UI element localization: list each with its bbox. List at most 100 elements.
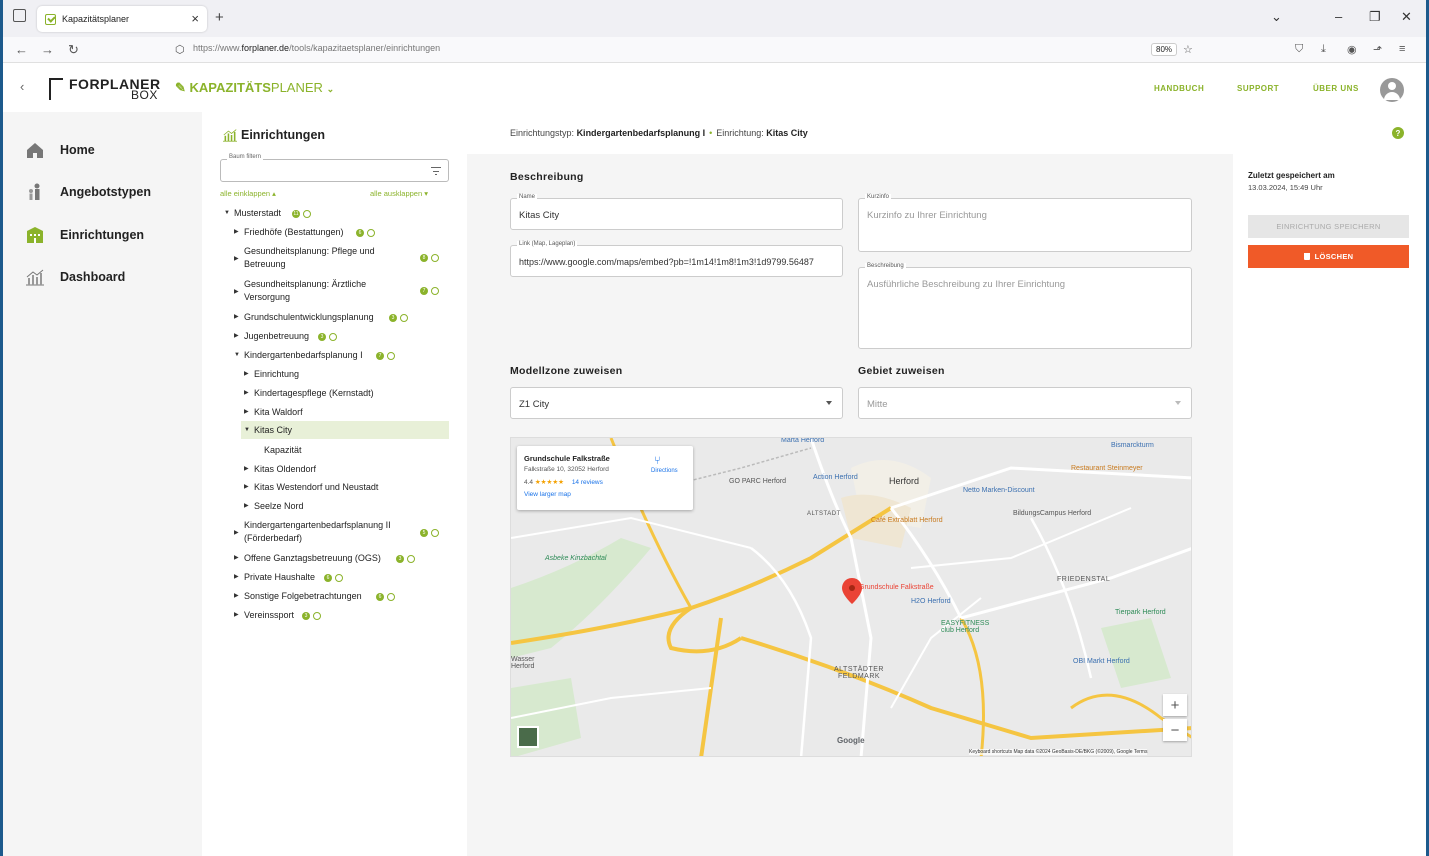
tree-node-kiga2[interactable]: ▶ Kindergartengartenbedarfsplanung II (För…	[234, 519, 391, 545]
tree-node-pflege[interactable]: ▶ Gesundheitsplanung: Pflege und Betreuung	[234, 245, 375, 271]
view-larger-map-link[interactable]: View larger map	[524, 491, 571, 498]
tree-node-kitas-westendorf[interactable]: ▶ Kitas Westendorf und Neustadt	[244, 481, 378, 494]
family-icon	[29, 183, 40, 200]
link-ueber-uns[interactable]: ÜBER UNS	[1313, 84, 1359, 93]
add-icon[interactable]	[387, 352, 395, 360]
browser-tab[interactable]: Kapazitätsplaner ×	[37, 6, 207, 32]
app-switcher[interactable]: ✎ KAPAZITÄTSPLANER ⌄	[175, 80, 334, 96]
directions-link[interactable]: Directions	[651, 468, 678, 474]
close-window-icon[interactable]: ✕	[1401, 9, 1412, 25]
tree-node-kitas-city[interactable]: ▼ Kitas City	[244, 424, 292, 437]
tree-node-einrichtung[interactable]: ▶ Einrichtung	[244, 368, 299, 381]
right-panel: Zuletzt gespeichert am 13.03.2024, 15:49…	[1233, 154, 1426, 856]
add-icon[interactable]	[431, 287, 439, 295]
directions-icon[interactable]: ⑂	[654, 455, 661, 467]
add-icon[interactable]	[335, 574, 343, 582]
map-place-label: ALTSTADT	[807, 511, 841, 517]
node-badges: 3	[396, 555, 415, 563]
map-place-label: FRIEDENSTAL	[1057, 576, 1111, 583]
account-icon[interactable]: ◉	[1347, 43, 1357, 56]
expand-all-link[interactable]: alle ausklappen ▾	[370, 189, 428, 198]
google-logo: Google	[837, 736, 865, 745]
tree-node-vereinssport[interactable]: ▶ Vereinssport	[234, 609, 294, 622]
link-field[interactable]: Link (Map, Lageplan) https://www.google.…	[510, 241, 843, 277]
shield-icon[interactable]: ⬡	[175, 43, 185, 56]
satellite-toggle[interactable]	[517, 726, 539, 748]
back-icon[interactable]: ←	[15, 42, 28, 57]
map-place-label: GO PARC Herford	[729, 478, 787, 485]
save-button[interactable]: EINRICHTUNG SPEICHERN	[1248, 215, 1409, 238]
modelzone-select[interactable]: Z1 City	[510, 387, 843, 419]
reload-icon[interactable]: ↻	[68, 42, 79, 58]
add-icon[interactable]	[387, 593, 395, 601]
tree-panel: Einrichtungen Baum filtern alle einklapp…	[202, 112, 467, 856]
sidebar-item-home[interactable]: Home	[25, 141, 95, 159]
add-icon[interactable]	[313, 612, 321, 620]
browser-tab-bar: Kapazitätsplaner × + ⌄ – ❐ ✕	[3, 0, 1426, 37]
add-icon[interactable]	[407, 555, 415, 563]
add-icon[interactable]	[367, 229, 375, 237]
tree-node-kiga1[interactable]: ▼ Kindergartenbedarfsplanung I	[234, 349, 363, 362]
tree-node-musterstadt[interactable]: ▼ Musterstadt	[224, 207, 281, 220]
zoom-level[interactable]: 80%	[1151, 43, 1178, 56]
tree-node-friedhoefe[interactable]: ▶ Friedhöfe (Bestattungen)	[234, 226, 344, 239]
extensions-icon[interactable]: ⬏	[1373, 43, 1382, 56]
menu-icon[interactable]: ≡	[1399, 43, 1405, 55]
user-avatar-icon[interactable]	[1380, 78, 1404, 102]
tree-node-kita-waldorf[interactable]: ▶ Kita Waldorf	[244, 406, 303, 419]
node-badges: 3	[318, 333, 337, 341]
sidebar-item-einrichtungen[interactable]: Einrichtungen	[25, 226, 144, 244]
restore-icon[interactable]: ❐	[1369, 9, 1381, 25]
map-attribution[interactable]: Keyboard shortcuts Map data ©2024 GeoBas…	[969, 749, 1148, 755]
bookmark-star-icon[interactable]: ☆	[1183, 43, 1193, 56]
map-place-label: Marta Herford	[781, 437, 825, 444]
add-icon[interactable]	[431, 529, 439, 537]
minimize-icon[interactable]: –	[1335, 9, 1342, 24]
close-tab-icon[interactable]: ×	[191, 11, 199, 26]
gebiet-select[interactable]: Mitte	[858, 387, 1192, 419]
tab-list-icon[interactable]	[13, 9, 26, 22]
link-handbuch[interactable]: HANDBUCH	[1154, 84, 1204, 93]
sidebar-item-angebotstypen[interactable]: Angebotstypen	[25, 183, 151, 201]
map-zoom-out-button[interactable]: −	[1163, 719, 1187, 741]
tree-node-sonstige[interactable]: ▶ Sonstige Folgebetrachtungen	[234, 590, 362, 603]
tree-node-kitas-oldendorf[interactable]: ▶ Kitas Oldendorf	[244, 463, 316, 476]
tree-node-grundschul[interactable]: ▶ Grundschulentwicklungsplanung	[234, 311, 374, 324]
forward-icon[interactable]: →	[41, 42, 54, 57]
delete-button[interactable]: LÖSCHEN	[1248, 245, 1409, 268]
tree-node-aerztliche[interactable]: ▶ Gesundheitsplanung: Ärztliche Versorgung	[234, 278, 366, 304]
tree-node-seelze-nord[interactable]: ▶ Seelze Nord	[244, 500, 304, 513]
saved-timestamp: 13.03.2024, 15:49 Uhr	[1248, 183, 1323, 192]
link-support[interactable]: SUPPORT	[1237, 84, 1279, 93]
add-icon[interactable]	[303, 210, 311, 218]
kurzinfo-field[interactable]: Kurzinfo Kurzinfo zu Ihrer Einrichtung	[858, 194, 1192, 252]
sidebar-item-dashboard[interactable]: Dashboard	[25, 268, 125, 286]
collapse-chevron-icon[interactable]: ‹	[20, 79, 24, 94]
add-icon[interactable]	[329, 333, 337, 341]
download-icon[interactable]: ⤓	[1321, 43, 1326, 56]
map-zoom-in-button[interactable]: +	[1163, 694, 1187, 716]
tree-filter-input[interactable]: Baum filtern	[220, 154, 449, 182]
map-place-label: H2O Herford	[911, 598, 951, 605]
tree-node-jugend[interactable]: ▶ Jugenbetreuung	[234, 330, 309, 343]
breadcrumb-bar: Einrichtungstyp: Kindergartenbedarfsplan…	[467, 112, 1426, 154]
tree-node-kindertagespflege[interactable]: ▶ Kindertagespflege (Kernstadt)	[244, 387, 374, 400]
pocket-icon[interactable]: ⛉	[1295, 43, 1303, 56]
help-icon[interactable]: ?	[1392, 127, 1404, 139]
beschreibung-field[interactable]: Beschreibung Ausführliche Beschreibung z…	[858, 263, 1192, 349]
collapse-all-link[interactable]: alle einklappen ▴	[220, 189, 276, 198]
tab-overflow-icon[interactable]: ⌄	[1271, 9, 1282, 25]
add-icon[interactable]	[400, 314, 408, 322]
trash-icon	[1303, 253, 1310, 260]
forplaner-logo[interactable]: FORPLANER BOX	[49, 76, 160, 102]
map-place-label: BildungsCampus Herford	[1013, 510, 1092, 517]
tree-node-kapazitaet[interactable]: Kapazität	[264, 444, 302, 457]
tree-node-ogs[interactable]: ▶ Offene Ganztagsbetreuung (OGS)	[234, 552, 381, 565]
new-tab-icon[interactable]: +	[215, 9, 224, 26]
url-text[interactable]: https://www.forplaner.de/tools/kapazitae…	[193, 43, 440, 53]
add-icon[interactable]	[431, 254, 439, 262]
name-field[interactable]: Name Kitas City	[510, 194, 843, 230]
filter-icon[interactable]	[431, 167, 441, 175]
embedded-map[interactable]: Marta Herford Bismarckturm Restaurant St…	[510, 437, 1192, 757]
tree-node-haushalte[interactable]: ▶ Private Haushalte	[234, 571, 315, 584]
